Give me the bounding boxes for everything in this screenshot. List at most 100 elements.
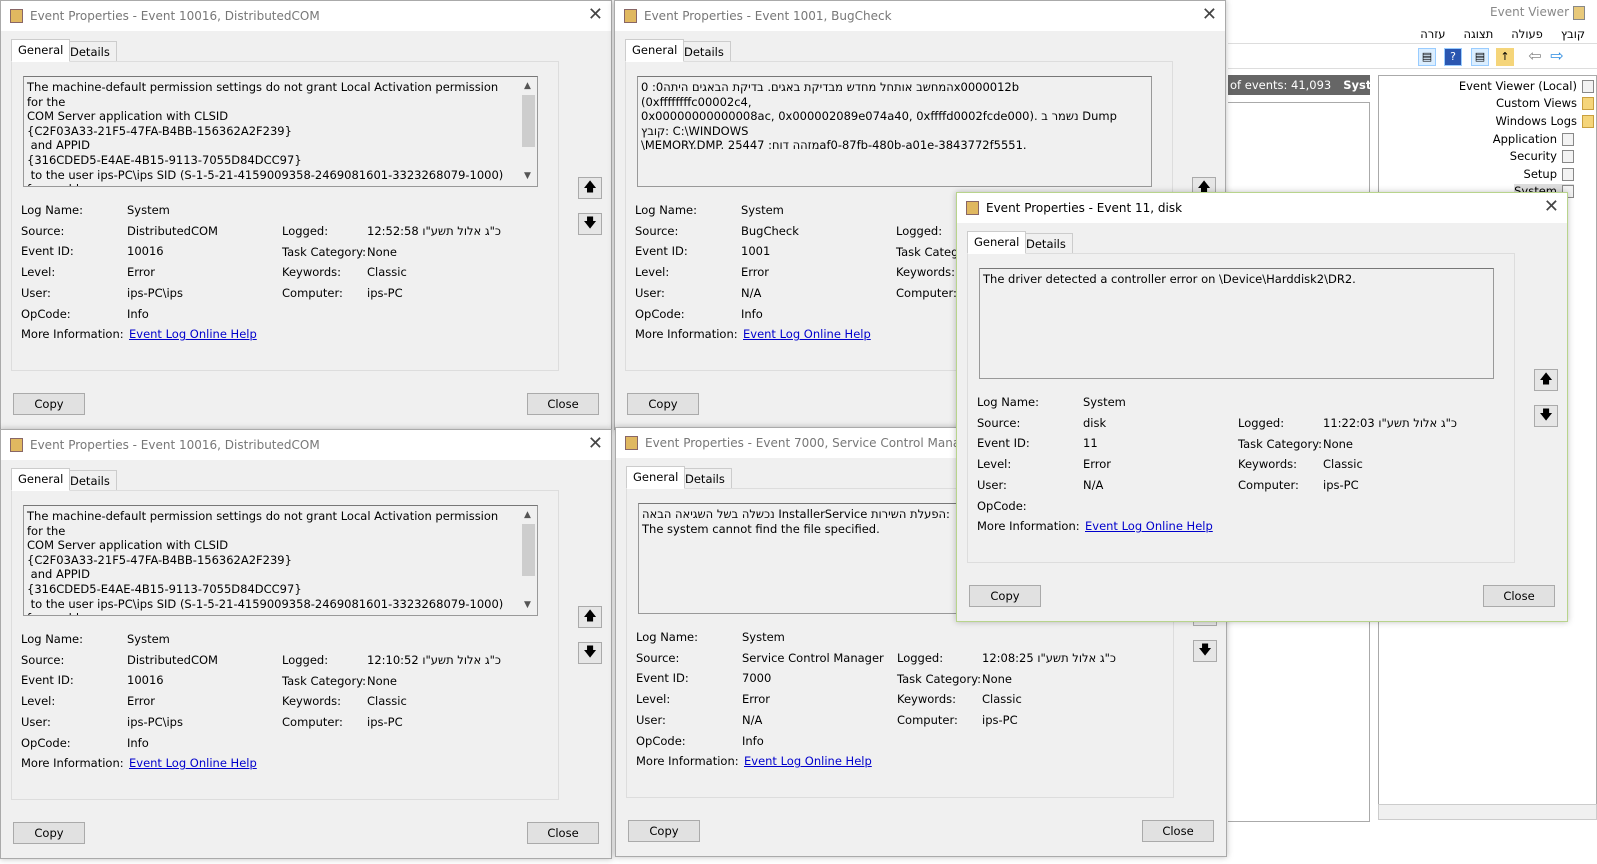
field-label-event-id: Event ID:: [21, 244, 74, 259]
event-log-online-help-link[interactable]: Event Log Online Help: [743, 327, 871, 341]
field-label-computer: Computer:: [896, 286, 957, 301]
field-label-keywords: Keywords:: [896, 265, 955, 280]
copy-button[interactable]: Copy: [13, 393, 85, 415]
close-icon[interactable]: ✕: [588, 4, 603, 25]
tab-general[interactable]: General: [625, 39, 685, 62]
description-text: The machine-default permission settings …: [27, 509, 504, 615]
title-bar: Event Properties - Event 11, disk ✕: [957, 193, 1567, 223]
event-icon: [625, 436, 638, 450]
tab-details[interactable]: Details: [1019, 233, 1073, 254]
event-log-online-help-link[interactable]: Event Log Online Help: [129, 327, 257, 341]
field-label-source: Source:: [21, 223, 65, 238]
menu-action[interactable]: פעולה: [1511, 27, 1543, 41]
menu-help[interactable]: עזרה: [1420, 27, 1445, 41]
close-icon[interactable]: ✕: [588, 433, 603, 454]
show-action-pane-icon[interactable]: ▤: [1471, 48, 1489, 66]
close-icon[interactable]: ✕: [1202, 4, 1217, 25]
event-icon: [624, 9, 637, 23]
help-icon[interactable]: ?: [1444, 48, 1462, 66]
field-value-logged: 11:22:03 כ"ג אלול תשע"ו: [1323, 416, 1457, 430]
event-log-online-help-link[interactable]: Event Log Online Help: [129, 756, 257, 770]
scroll-up-icon[interactable]: ▲: [524, 508, 531, 523]
scroll-thumb[interactable]: [522, 524, 535, 576]
tab-general[interactable]: General: [626, 466, 686, 489]
field-value-task-category: None: [367, 673, 398, 688]
forward-icon[interactable]: ⇨: [1548, 48, 1566, 66]
tab-general[interactable]: General: [11, 468, 71, 491]
tab-general[interactable]: General: [967, 231, 1027, 254]
menu-file[interactable]: קובץ: [1561, 27, 1585, 41]
field-value-keywords: Classic: [1323, 457, 1363, 472]
previous-event-button[interactable]: 🡅: [1534, 369, 1558, 391]
field-label-user: User:: [21, 285, 51, 300]
previous-event-button[interactable]: 🡅: [578, 177, 602, 199]
next-event-button[interactable]: 🡇: [578, 642, 602, 664]
tree-item-custom-views[interactable]: Custom Views: [1496, 96, 1594, 110]
events-header: of events: 41,093 System: [1228, 75, 1391, 95]
show-pane-icon[interactable]: ▤: [1418, 48, 1436, 66]
copy-button[interactable]: Copy: [969, 585, 1041, 607]
description-text: The machine-default permission settings …: [27, 80, 504, 186]
copy-button[interactable]: Copy: [13, 822, 85, 844]
vertical-scrollbar[interactable]: ▲ ▼: [520, 506, 537, 615]
scroll-down-icon[interactable]: ▼: [524, 169, 531, 184]
field-label-computer: Computer:: [282, 715, 343, 730]
copy-button[interactable]: Copy: [628, 820, 700, 842]
tab-details[interactable]: Details: [63, 470, 117, 491]
back-icon[interactable]: ⇦: [1526, 48, 1544, 66]
tree-item-event-viewer-local[interactable]: Event Viewer (Local): [1459, 79, 1594, 93]
menu-view[interactable]: תצוגה: [1463, 27, 1493, 41]
event-log-online-help-link[interactable]: Event Log Online Help: [744, 754, 872, 768]
field-value-task-category: None: [1323, 436, 1354, 451]
description-textbox[interactable]: 0 :המחשב אותחל מחדש מבדיקת באגים. בדיקת …: [637, 76, 1152, 187]
tree-item-security[interactable]: Security: [1510, 149, 1574, 163]
field-label-logged: Logged:: [282, 653, 329, 667]
field-label-task-category: Task Category:: [282, 673, 367, 688]
tree-item-windows-logs[interactable]: Windows Logs: [1495, 114, 1594, 128]
next-event-button[interactable]: 🡇: [1534, 405, 1558, 427]
field-value-task-category: None: [982, 671, 1013, 686]
field-value-source: DistributedCOM: [127, 652, 218, 667]
dialog-title: Event Properties - Event 11, disk: [986, 201, 1183, 215]
field-label-logged: Logged:: [897, 651, 944, 665]
field-label-source: Source:: [977, 415, 1021, 430]
close-button[interactable]: Close: [1483, 585, 1555, 607]
log-icon: [1562, 133, 1574, 146]
field-label-more-info: More Information:: [977, 519, 1080, 533]
vertical-scrollbar[interactable]: ▲ ▼: [520, 77, 537, 186]
close-button[interactable]: Close: [1142, 820, 1214, 842]
field-label-opcode: OpCode:: [635, 306, 685, 321]
up-folder-icon[interactable]: ↑: [1496, 48, 1514, 66]
field-label-user: User:: [21, 714, 51, 729]
next-event-button[interactable]: 🡇: [1193, 640, 1217, 662]
tree-item-setup[interactable]: Setup: [1524, 167, 1574, 181]
tab-details[interactable]: Details: [677, 41, 731, 62]
tree-item-application[interactable]: Application: [1493, 132, 1574, 146]
previous-event-button[interactable]: 🡅: [578, 606, 602, 628]
field-label-log-name: Log Name:: [21, 632, 83, 646]
scroll-down-icon[interactable]: ▼: [524, 598, 531, 613]
tab-details[interactable]: Details: [63, 41, 117, 62]
tab-general[interactable]: General: [11, 39, 71, 62]
description-textbox[interactable]: The driver detected a controller error o…: [979, 268, 1494, 379]
close-button[interactable]: Close: [527, 822, 599, 844]
computer-icon: [1582, 80, 1594, 93]
field-value-keywords: Classic: [982, 692, 1022, 707]
field-value-level: Error: [741, 265, 770, 280]
field-value-level: Error: [127, 694, 156, 709]
field-label-source: Source:: [635, 223, 679, 238]
next-event-button[interactable]: 🡇: [578, 213, 602, 235]
horizontal-scrollbar[interactable]: [1378, 804, 1597, 820]
description-textbox[interactable]: The machine-default permission settings …: [23, 505, 538, 616]
event-log-online-help-link[interactable]: Event Log Online Help: [1085, 519, 1213, 533]
description-textbox[interactable]: The machine-default permission settings …: [23, 76, 538, 187]
field-value-level: Error: [1083, 457, 1112, 472]
field-label-event-id: Event ID:: [21, 673, 74, 688]
field-label-opcode: OpCode:: [21, 735, 71, 750]
close-button[interactable]: Close: [527, 393, 599, 415]
tab-details[interactable]: Details: [678, 468, 732, 489]
close-icon[interactable]: ✕: [1544, 196, 1559, 217]
scroll-thumb[interactable]: [522, 95, 535, 147]
copy-button[interactable]: Copy: [627, 393, 699, 415]
scroll-up-icon[interactable]: ▲: [524, 79, 531, 94]
